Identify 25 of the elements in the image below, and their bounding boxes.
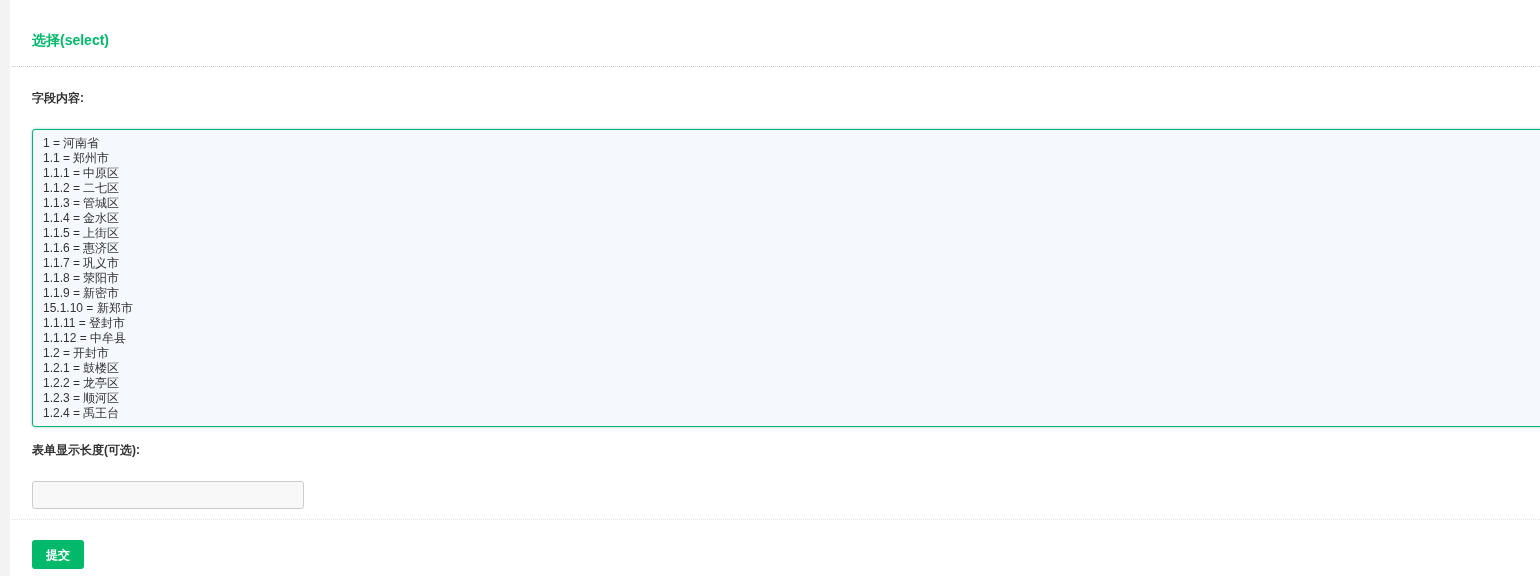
- text-line: 1.1.1 = 中原区: [43, 166, 121, 181]
- field-label: 字段内容:: [32, 90, 84, 107]
- text-line: 1.1.5 = 上街区: [43, 226, 121, 241]
- text-line: 1.1.4 = 金水区: [43, 211, 121, 226]
- text-line: 1.2.3 = 顺河区: [43, 391, 121, 406]
- text-line: 1.1.7 = 巩义市: [43, 256, 121, 271]
- text-line: 15.1.10 = 新郑市: [43, 301, 134, 316]
- text-line: 1.1.3 = 管城区: [43, 196, 121, 211]
- text-line: 1.2.2 = 龙亭区: [43, 376, 121, 391]
- submit-button[interactable]: 提交: [32, 540, 84, 569]
- text-line: 1.1.9 = 新密市: [43, 286, 121, 301]
- text-line: 1.1.12 = 中牟县: [43, 331, 128, 346]
- text-line: 1.1.6 = 惠济区: [43, 241, 121, 256]
- text-line: 1.2.1 = 鼓楼区: [43, 361, 121, 376]
- text-line: 1.1.8 = 荥阳市: [43, 271, 121, 286]
- text-line: 1.2 = 开封市: [43, 346, 111, 361]
- input-field[interactable]: [32, 481, 304, 509]
- text-line: 1 = 河南省: [43, 136, 101, 151]
- text-line: 1.1.2 = 二七区: [43, 181, 121, 196]
- text-line: 1.1 = 郑州市: [43, 151, 111, 166]
- section-title: 选择(select): [32, 31, 110, 50]
- field-label: 表单显示长度(可选):: [32, 442, 140, 459]
- text-line: 1.1.11 = 登封市: [43, 316, 127, 331]
- textarea-field[interactable]: [32, 129, 1540, 427]
- text-line: 1.2.4 = 禹王台: [43, 406, 121, 421]
